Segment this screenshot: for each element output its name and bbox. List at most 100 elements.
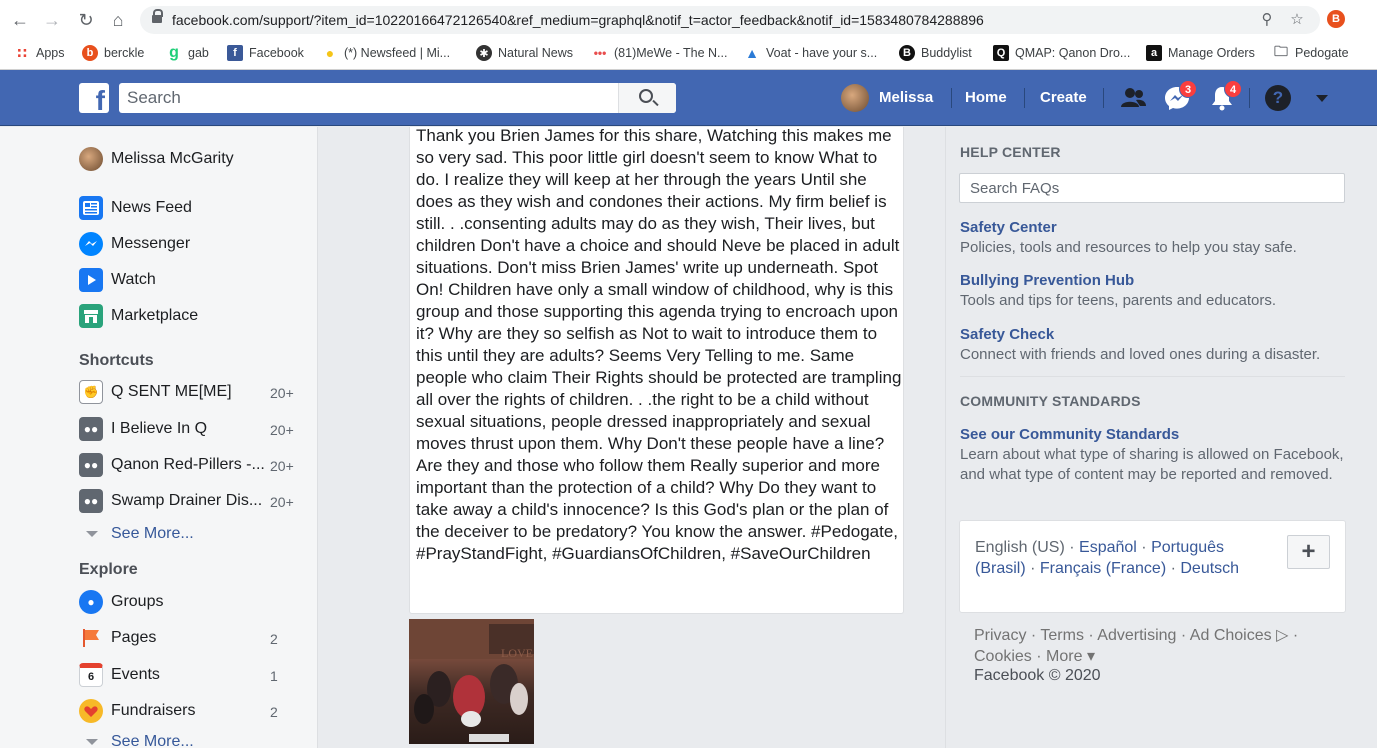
post-video-thumbnail[interactable]: LOVE [409,619,534,744]
back-arrow-icon[interactable]: ← [8,8,32,32]
groups-icon: ● [79,590,103,614]
sidebar-item-marketplace[interactable]: Marketplace [79,302,198,330]
language-list: English (US) · Español · Português (Bras… [975,539,1240,577]
community-standards-description: Learn about what type of sharing is allo… [960,446,1344,483]
bookmarks-bar: ∷ Apps b berckle g gab f Facebook ● (*) … [0,40,1377,66]
lightbulb-icon: ● [325,45,335,61]
divider [1249,88,1250,108]
safety-check-link[interactable]: Safety Check [960,326,1054,343]
friend-requests-icon[interactable] [1119,84,1147,112]
bookmark-newsfeed[interactable]: ● (*) Newsfeed | Mi... [322,44,450,62]
footer-link-privacy[interactable]: Privacy [974,627,1026,644]
see-more-shortcuts-link[interactable]: See More... [86,525,194,543]
brave-extension-icon[interactable]: B [1327,10,1345,28]
current-language: English (US) [975,539,1065,556]
footer-link-terms[interactable]: Terms [1040,627,1084,644]
bookmark-facebook[interactable]: f Facebook [227,44,304,62]
right-sidebar: HELP CENTER Safety Center Policies, tool… [945,127,1377,748]
post-text: Thank you Brien James for this share, Wa… [416,126,902,563]
create-link[interactable]: Create [1040,70,1087,126]
search-input[interactable] [119,83,619,113]
bookmark-label: Pedogate [1295,46,1349,60]
bookmark-label: (*) Newsfeed | Mi... [344,46,451,60]
language-link[interactable]: Español [1079,539,1137,556]
sidebar-item-shortcut[interactable]: ✊ Q SENT ME[ME] [79,378,232,406]
avatar[interactable] [841,84,869,112]
bookmark-gab[interactable]: g gab [166,44,209,62]
ad-choices-label: Ad Choices [1189,627,1272,644]
sidebar-item-shortcut[interactable]: ●● Swamp Drainer Dis... [79,487,262,515]
sidebar-item-news-feed[interactable]: News Feed [79,194,192,222]
group-icon: ●● [79,489,103,513]
sidebar-item-watch[interactable]: Watch [79,266,156,294]
home-icon[interactable]: ⌂ [106,8,130,32]
see-more-label: See More... [111,525,194,542]
sidebar-item-messenger[interactable]: Messenger [79,230,190,258]
ad-choices-icon: ▷ [1276,627,1289,644]
sidebar-item-pages[interactable]: Pages [79,624,156,652]
bullying-prevention-description: Tools and tips for teens, parents and ed… [960,292,1277,309]
bookmark-apps[interactable]: ∷ Apps [14,44,64,62]
safety-center-link[interactable]: Safety Center [960,219,1057,236]
bookmark-natural-news[interactable]: ✱ Natural News [476,44,573,62]
footer-link-cookies[interactable]: Cookies [974,648,1032,665]
footer-link-ad-choices[interactable]: Ad Choices ▷ [1190,627,1289,644]
raised-fist-icon: ✊ [79,380,103,404]
sidebar-item-fundraisers[interactable]: Fundraisers [79,697,195,725]
sidebar-item-events[interactable]: 6 Events [79,661,160,689]
forward-arrow-icon[interactable]: → [40,8,64,32]
add-language-button[interactable]: + [1287,535,1330,569]
facebook-logo-icon[interactable]: f [79,83,109,113]
sidebar-item-shortcut[interactable]: ●● I Believe In Q [79,415,207,443]
account-menu-chevron-down-icon[interactable] [1316,95,1328,102]
qmap-icon: Q [993,45,1009,61]
svg-text:LOVE: LOVE [501,646,533,660]
bookmark-manage-orders[interactable]: a Manage Orders [1146,44,1255,62]
bookmark-qmap[interactable]: Q QMAP: Qanon Dro... [993,44,1130,62]
language-link[interactable]: Deutsch [1180,560,1239,577]
help-icon[interactable]: ? [1265,85,1291,111]
shortcuts-heading: Shortcuts [79,352,154,369]
search-button[interactable] [618,83,676,113]
gab-icon: g [169,44,179,61]
sidebar-item-label: Pages [111,629,157,646]
url-text[interactable]: facebook.com/support/?item_id=1022016647… [172,12,984,28]
voat-icon: ▲ [745,45,759,61]
bookmark-buddylist[interactable]: B Buddylist [899,44,972,62]
sidebar-item-profile[interactable]: Melissa McGarity [79,145,234,173]
sidebar-item-label: Fundraisers [111,702,196,719]
shortcut-count: 20+ [270,494,294,510]
facebook-top-bar: f Melissa Home Create 3 4 [0,70,1377,126]
bullying-prevention-link[interactable]: Bullying Prevention Hub [960,272,1134,289]
messenger-icon[interactable]: 3 [1163,80,1197,112]
sidebar-item-label: I Believe In Q [111,420,208,437]
footer-link-more[interactable]: More ▾ [1046,648,1095,665]
divider [1024,88,1025,108]
profile-link[interactable]: Melissa [879,70,933,126]
sidebar-item-label: Melissa McGarity [111,150,234,167]
bookmark-star-icon[interactable]: ☆ [1288,11,1306,29]
bookmark-voat[interactable]: ▲ Voat - have your s... [744,44,877,62]
mewe-icon: ••• [593,46,607,60]
community-standards-link[interactable]: See our Community Standards [960,426,1179,443]
shortcut-count: 20+ [270,385,294,401]
home-link[interactable]: Home [965,70,1007,126]
language-link[interactable]: Français (France) [1040,560,1166,577]
notifications-bell-icon[interactable]: 4 [1208,80,1242,112]
sidebar-item-shortcut[interactable]: ●● Qanon Red-Pillers -... [79,451,265,479]
bookmark-berckle[interactable]: b berckle [82,44,144,62]
bookmark-mewe[interactable]: ••• (81)MeWe - The N... [592,44,728,62]
sidebar-item-groups[interactable]: ● Groups [79,588,163,616]
see-more-explore-link[interactable]: See More... [86,733,194,748]
address-bar[interactable]: facebook.com/support/?item_id=1022016647… [140,6,1320,34]
shortcut-count: 20+ [270,458,294,474]
reload-icon[interactable]: ↻ [74,8,98,32]
sidebar-item-label: Marketplace [111,307,199,324]
safety-center-description: Policies, tools and resources to help yo… [960,239,1297,256]
divider [960,376,1345,377]
footer-link-advertising[interactable]: Advertising [1097,627,1176,644]
zoom-icon[interactable]: ⚲ [1258,11,1276,29]
bookmark-pedogate[interactable]: 🗀 Pedogate [1273,43,1349,62]
facebook-icon: f [227,45,243,61]
faq-search-input[interactable] [960,174,1340,202]
